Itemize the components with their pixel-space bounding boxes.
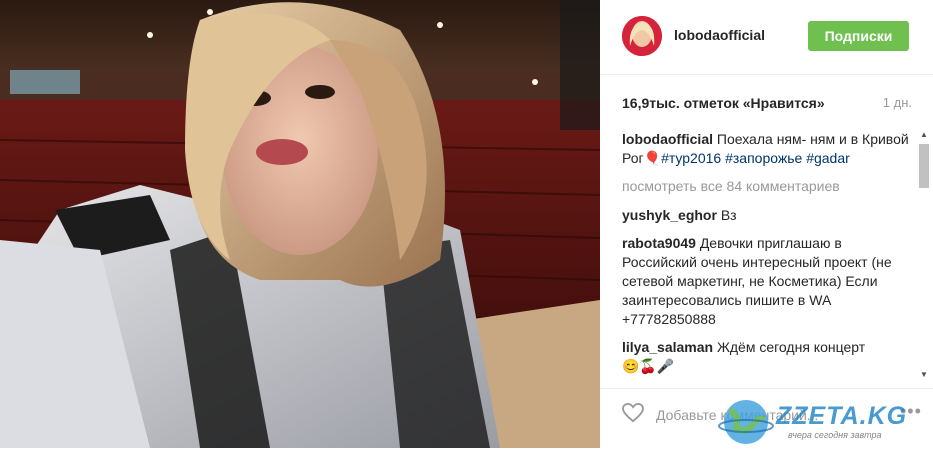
comment-text: Вз <box>720 207 737 223</box>
post-footer: ••• <box>600 388 933 448</box>
comment-text: Ждём сегодня концерт <box>716 339 866 355</box>
follow-button[interactable]: Подписки <box>808 21 909 51</box>
avatar[interactable] <box>622 16 662 56</box>
comment-username[interactable]: rabota9049 <box>622 235 696 251</box>
caption: lobodaofficial Поехала ням- ням и в Крив… <box>622 130 912 168</box>
likes-count[interactable]: 16,9тыс. отметок «Нравится» <box>622 95 825 111</box>
post-side-panel: lobodaofficial Подписки 16,9тыс. отметок… <box>600 0 933 448</box>
heart-outline-icon[interactable] <box>622 403 644 423</box>
add-comment-input[interactable] <box>656 405 886 425</box>
selfie-image <box>0 0 600 448</box>
hashtag-zaporozhye[interactable]: #запорожье <box>725 150 802 166</box>
caption-username[interactable]: lobodaofficial <box>622 131 713 147</box>
comment-item: lilya_salaman Ждём сегодня концерт 😊🍒🎤 <box>622 338 912 376</box>
comments-list[interactable]: lobodaofficial Поехала ням- ням и в Крив… <box>622 130 912 380</box>
comment-emoji: 😊🍒🎤 <box>622 358 675 374</box>
hashtag-gadar[interactable]: #gadar <box>806 150 850 166</box>
comments-scrollbar[interactable]: ▲ ▼ <box>918 130 930 380</box>
post-username[interactable]: lobodaofficial <box>674 27 765 43</box>
arrow-up-icon[interactable]: ▲ <box>918 130 930 140</box>
comment-username[interactable]: yushyk_eghor <box>622 207 717 223</box>
comment-item: rabota9049 Девочки приглашаю в Российски… <box>622 234 912 329</box>
balloon-emoji: 🎈 <box>643 150 662 166</box>
post-time[interactable]: 1 дн. <box>883 95 912 110</box>
hashtag-tour[interactable]: #тур2016 <box>661 150 721 166</box>
more-dots-icon[interactable]: ••• <box>900 401 922 422</box>
scrollbar-thumb[interactable] <box>919 144 929 188</box>
likes-row: 16,9тыс. отметок «Нравится» 1 дн. <box>622 95 912 115</box>
post-photo[interactable] <box>0 0 600 448</box>
comment-username[interactable]: lilya_salaman <box>622 339 713 355</box>
post-header: lobodaofficial Подписки <box>600 0 933 75</box>
arrow-down-icon[interactable]: ▼ <box>918 370 930 380</box>
comment-item: yushyk_eghor Вз <box>622 206 912 225</box>
view-all-comments-link[interactable]: посмотреть все 84 комментариев <box>622 177 912 196</box>
